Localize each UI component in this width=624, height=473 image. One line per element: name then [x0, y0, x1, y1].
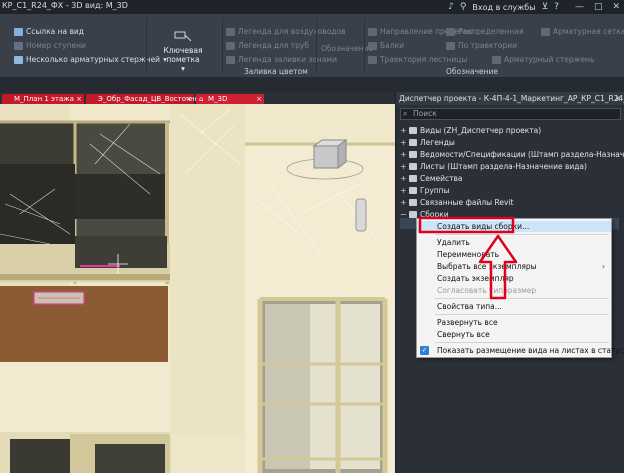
app-window: КР_С1_R24_ФХ - 3D вид: М_3D ♪ ⚲ Вход в с… [0, 0, 624, 473]
annotation-overlay [418, 216, 518, 300]
highlight-box [418, 216, 515, 234]
up-arrow-icon [478, 234, 518, 300]
